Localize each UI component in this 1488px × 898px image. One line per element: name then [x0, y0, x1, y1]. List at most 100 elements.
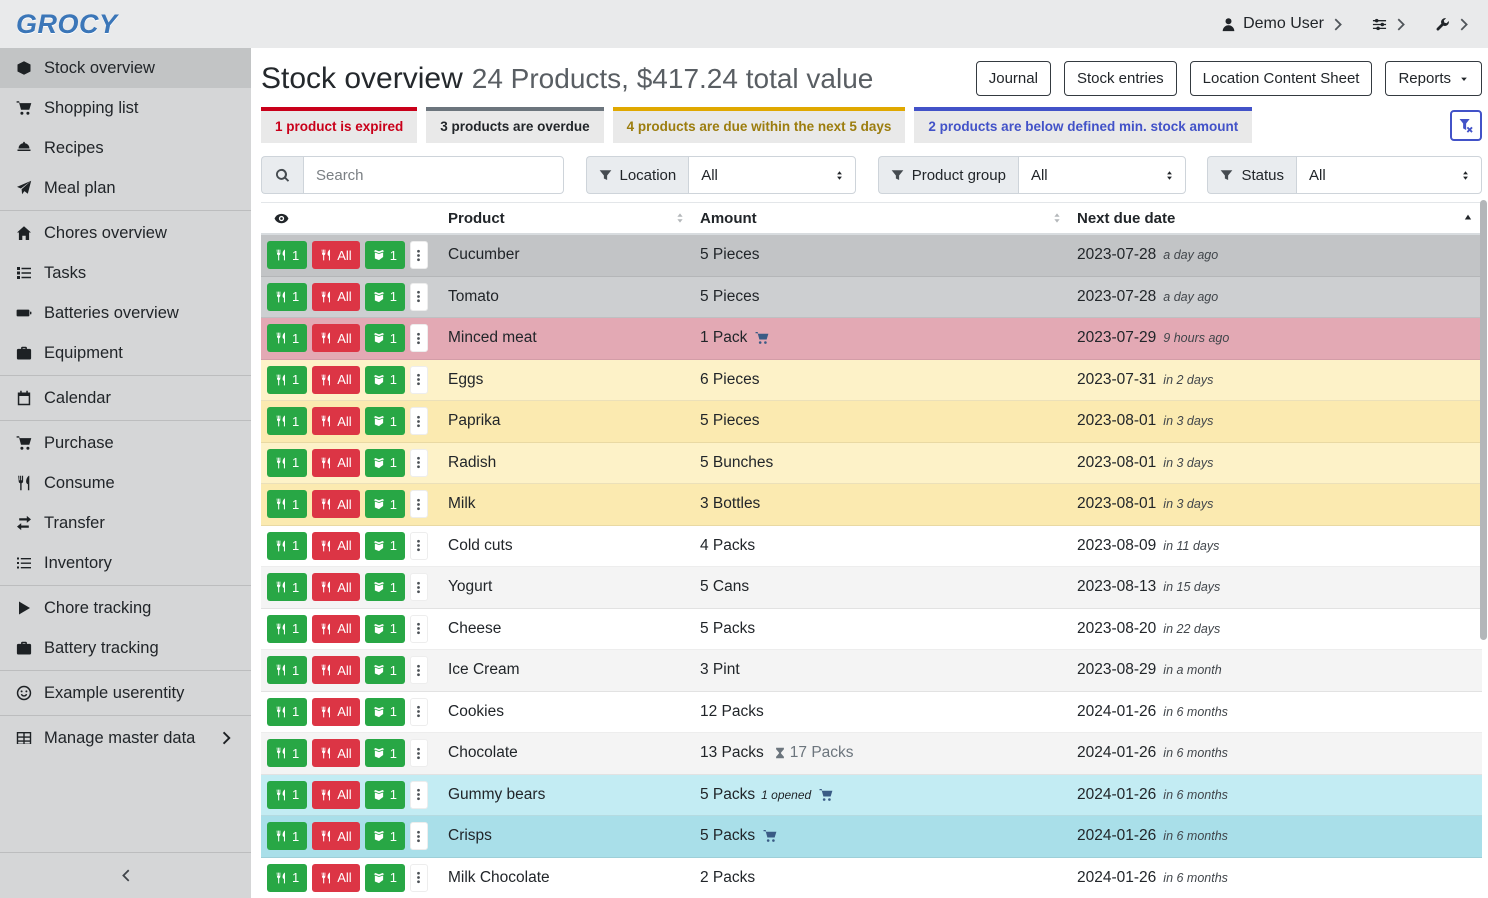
consume-all-button[interactable]: All [312, 407, 359, 435]
row-menu-button[interactable] [410, 490, 428, 518]
open-one-button[interactable]: 1 [365, 573, 405, 601]
product-name[interactable]: Eggs [448, 371, 700, 389]
consume-all-button[interactable]: All [312, 615, 359, 643]
consume-one-button[interactable]: 1 [267, 407, 307, 435]
table-row[interactable]: 1All1Minced meat1 Pack2023-07-299 hours … [261, 318, 1482, 360]
column-header-amount[interactable]: Amount [700, 203, 1077, 233]
sidebar-item-purchase[interactable]: Purchase [0, 423, 251, 463]
consume-one-button[interactable]: 1 [267, 324, 307, 352]
table-row[interactable]: 1All1Tomato5 Pieces2023-07-28a day ago [261, 277, 1482, 319]
status-filter-select[interactable]: All [1296, 156, 1482, 194]
table-row[interactable]: 1All1Milk3 Bottles2023-08-01in 3 days [261, 484, 1482, 526]
product-name[interactable]: Milk [448, 495, 700, 513]
sidebar-item-battery-tracking[interactable]: Battery tracking [0, 628, 251, 668]
status-card-below-min[interactable]: 2 products are below defined min. stock … [914, 107, 1252, 143]
open-one-button[interactable]: 1 [365, 615, 405, 643]
consume-one-button[interactable]: 1 [267, 698, 307, 726]
consume-all-button[interactable]: All [312, 573, 359, 601]
product-name[interactable]: Minced meat [448, 329, 700, 347]
open-one-button[interactable]: 1 [365, 449, 405, 477]
stock-entries-button[interactable]: Stock entries [1064, 61, 1177, 96]
consume-one-button[interactable]: 1 [267, 490, 307, 518]
sidebar-item-transfer[interactable]: Transfer [0, 503, 251, 543]
product-name[interactable]: Cookies [448, 703, 700, 721]
consume-all-button[interactable]: All [312, 241, 359, 269]
open-one-button[interactable]: 1 [365, 822, 405, 850]
eye-icon[interactable] [274, 211, 289, 226]
location-content-sheet-button[interactable]: Location Content Sheet [1190, 61, 1373, 96]
table-row[interactable]: 1All1Ice Cream3 Pint2023-08-29in a month [261, 650, 1482, 692]
consume-all-button[interactable]: All [312, 822, 359, 850]
consume-one-button[interactable]: 1 [267, 573, 307, 601]
consume-one-button[interactable]: 1 [267, 283, 307, 311]
open-one-button[interactable]: 1 [365, 781, 405, 809]
sidebar-item-recipes[interactable]: Recipes [0, 128, 251, 168]
sidebar-item-example-userentity[interactable]: Example userentity [0, 673, 251, 713]
table-row[interactable]: 1All1Gummy bears5 Packs1 opened2024-01-2… [261, 775, 1482, 817]
sidebar-item-tasks[interactable]: Tasks [0, 253, 251, 293]
product-name[interactable]: Paprika [448, 412, 700, 430]
open-one-button[interactable]: 1 [365, 864, 405, 892]
consume-all-button[interactable]: All [312, 739, 359, 767]
row-menu-button[interactable] [410, 241, 428, 269]
row-menu-button[interactable] [410, 366, 428, 394]
consume-one-button[interactable]: 1 [267, 241, 307, 269]
open-one-button[interactable]: 1 [365, 698, 405, 726]
open-one-button[interactable]: 1 [365, 739, 405, 767]
status-card-expired[interactable]: 1 product is expired [261, 107, 417, 143]
column-header-product[interactable]: Product [448, 203, 700, 233]
consume-one-button[interactable]: 1 [267, 366, 307, 394]
open-one-button[interactable]: 1 [365, 656, 405, 684]
search-input[interactable] [303, 156, 564, 194]
page-scrollbar[interactable] [1480, 200, 1487, 640]
sidebar-item-shopping-list[interactable]: Shopping list [0, 88, 251, 128]
table-row[interactable]: 1All1Paprika5 Pieces2023-08-01in 3 days [261, 401, 1482, 443]
product-name[interactable]: Yogurt [448, 578, 700, 596]
product-name[interactable]: Tomato [448, 288, 700, 306]
table-row[interactable]: 1All1Radish5 Bunches2023-08-01in 3 days [261, 443, 1482, 485]
row-menu-button[interactable] [410, 698, 428, 726]
row-menu-button[interactable] [410, 283, 428, 311]
product-name[interactable]: Milk Chocolate [448, 869, 700, 887]
sidebar-collapse-button[interactable] [0, 852, 251, 898]
product-group-filter-select[interactable]: All [1018, 156, 1186, 194]
consume-all-button[interactable]: All [312, 449, 359, 477]
row-menu-button[interactable] [410, 324, 428, 352]
row-menu-button[interactable] [410, 864, 428, 892]
table-row[interactable]: 1All1Cold cuts4 Packs2023-08-09in 11 day… [261, 526, 1482, 568]
location-filter-select[interactable]: All [688, 156, 856, 194]
consume-all-button[interactable]: All [312, 864, 359, 892]
clear-filters-button[interactable] [1450, 110, 1482, 141]
consume-all-button[interactable]: All [312, 656, 359, 684]
row-menu-button[interactable] [410, 615, 428, 643]
product-name[interactable]: Crisps [448, 827, 700, 845]
consume-all-button[interactable]: All [312, 490, 359, 518]
consume-all-button[interactable]: All [312, 698, 359, 726]
sidebar-item-chores-overview[interactable]: Chores overview [0, 213, 251, 253]
sidebar-item-manage-master-data[interactable]: Manage master data [0, 718, 251, 758]
consume-one-button[interactable]: 1 [267, 822, 307, 850]
user-menu[interactable]: Demo User [1221, 15, 1346, 33]
status-card-due-soon[interactable]: 4 products are due within the next 5 day… [613, 107, 906, 143]
row-menu-button[interactable] [410, 573, 428, 601]
consume-all-button[interactable]: All [312, 324, 359, 352]
sidebar-item-calendar[interactable]: Calendar [0, 378, 251, 418]
consume-all-button[interactable]: All [312, 366, 359, 394]
open-one-button[interactable]: 1 [365, 532, 405, 560]
journal-button[interactable]: Journal [976, 61, 1051, 96]
column-header-next-due-date[interactable]: Next due date [1077, 203, 1482, 233]
row-menu-button[interactable] [410, 656, 428, 684]
row-menu-button[interactable] [410, 781, 428, 809]
admin-menu[interactable] [1435, 17, 1472, 32]
table-row[interactable]: 1All1Chocolate13 Packs17 Packs2024-01-26… [261, 733, 1482, 775]
product-name[interactable]: Radish [448, 454, 700, 472]
sidebar-item-inventory[interactable]: Inventory [0, 543, 251, 583]
table-row[interactable]: 1All1Crisps5 Packs2024-01-26in 6 months [261, 816, 1482, 858]
status-card-overdue[interactable]: 3 products are overdue [426, 107, 603, 143]
table-row[interactable]: 1All1Milk Chocolate2 Packs2024-01-26in 6… [261, 858, 1482, 898]
consume-one-button[interactable]: 1 [267, 656, 307, 684]
open-one-button[interactable]: 1 [365, 283, 405, 311]
product-name[interactable]: Ice Cream [448, 661, 700, 679]
row-menu-button[interactable] [410, 407, 428, 435]
consume-all-button[interactable]: All [312, 532, 359, 560]
